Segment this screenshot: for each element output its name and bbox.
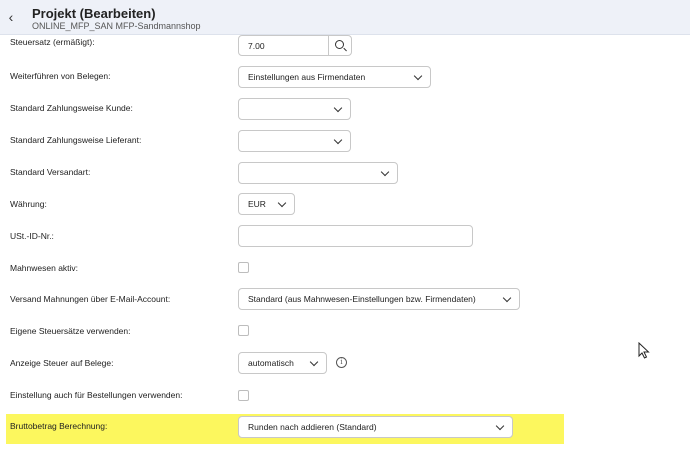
versand-mahnungen-value: Standard (aus Mahnwesen-Einstellungen bz…: [248, 294, 476, 304]
chevron-down-icon: [380, 167, 390, 177]
versand-mahnungen-label: Versand Mahnungen über E-Mail-Account:: [10, 294, 171, 304]
chevron-down-icon: [333, 135, 343, 145]
ust-id-input[interactable]: [238, 225, 473, 247]
page-header: ‹ Projekt (Bearbeiten) ONLINE_MFP_SAN MF…: [0, 0, 690, 35]
waehrung-value: EUR: [248, 199, 266, 209]
einstellung-bestellungen-checkbox[interactable]: [238, 390, 249, 401]
chevron-down-icon: [495, 421, 505, 431]
mahnwesen-label: Mahnwesen aktiv:: [10, 263, 79, 273]
waehrung-label: Währung:: [10, 199, 47, 209]
page-title: Projekt (Bearbeiten): [32, 6, 156, 21]
chevron-down-icon: [333, 103, 343, 113]
chevron-down-icon: [309, 357, 319, 367]
weiterfuehren-label: Weiterführen von Belegen:: [10, 71, 111, 81]
anzeige-steuer-select[interactable]: automatisch: [238, 352, 327, 374]
versand-mahnungen-select[interactable]: Standard (aus Mahnwesen-Einstellungen bz…: [238, 288, 520, 310]
steuersatz-value: 7.00: [248, 41, 265, 51]
weiterfuehren-select[interactable]: Einstellungen aus Firmendaten: [238, 66, 431, 88]
chevron-down-icon: [502, 293, 512, 303]
weiterfuehren-value: Einstellungen aus Firmendaten: [248, 72, 366, 82]
chevron-down-icon: [277, 198, 287, 208]
page-subtitle: ONLINE_MFP_SAN MFP-Sandmannshop: [32, 21, 201, 31]
bruttobetrag-value: Runden nach addieren (Standard): [248, 422, 377, 432]
mouse-cursor-icon: [638, 342, 650, 359]
zahlungsweise-kunde-label: Standard Zahlungsweise Kunde:: [10, 103, 133, 113]
zahlungsweise-kunde-select[interactable]: [238, 98, 351, 120]
einstellung-bestellungen-label: Einstellung auch für Bestellungen verwen…: [10, 390, 183, 400]
versandart-select[interactable]: [238, 162, 398, 184]
magnifier-icon: [335, 40, 344, 49]
bruttobetrag-label: Bruttobetrag Berechnung:: [10, 421, 108, 431]
steuersatz-label: Steuersatz (ermäßigt):: [10, 37, 95, 47]
waehrung-select[interactable]: EUR: [238, 193, 295, 215]
steuersatz-search-button[interactable]: [328, 35, 351, 56]
back-arrow-icon[interactable]: ‹: [4, 9, 18, 25]
zahlungsweise-lieferant-select[interactable]: [238, 130, 351, 152]
anzeige-steuer-label: Anzeige Steuer auf Belege:: [10, 358, 114, 368]
steuersatz-input[interactable]: 7.00: [238, 35, 352, 56]
chevron-down-icon: [413, 71, 423, 81]
versandart-label: Standard Versandart:: [10, 167, 91, 177]
zahlungsweise-lieferant-label: Standard Zahlungsweise Lieferant:: [10, 135, 142, 145]
bruttobetrag-select[interactable]: Runden nach addieren (Standard): [238, 416, 513, 438]
ust-id-label: USt.-ID-Nr.:: [10, 231, 54, 241]
eigene-steuersaetze-checkbox[interactable]: [238, 325, 249, 336]
info-icon[interactable]: i: [336, 357, 347, 368]
eigene-steuersaetze-label: Eigene Steuersätze verwenden:: [10, 326, 131, 336]
anzeige-steuer-value: automatisch: [248, 358, 294, 368]
mahnwesen-checkbox[interactable]: [238, 262, 249, 273]
